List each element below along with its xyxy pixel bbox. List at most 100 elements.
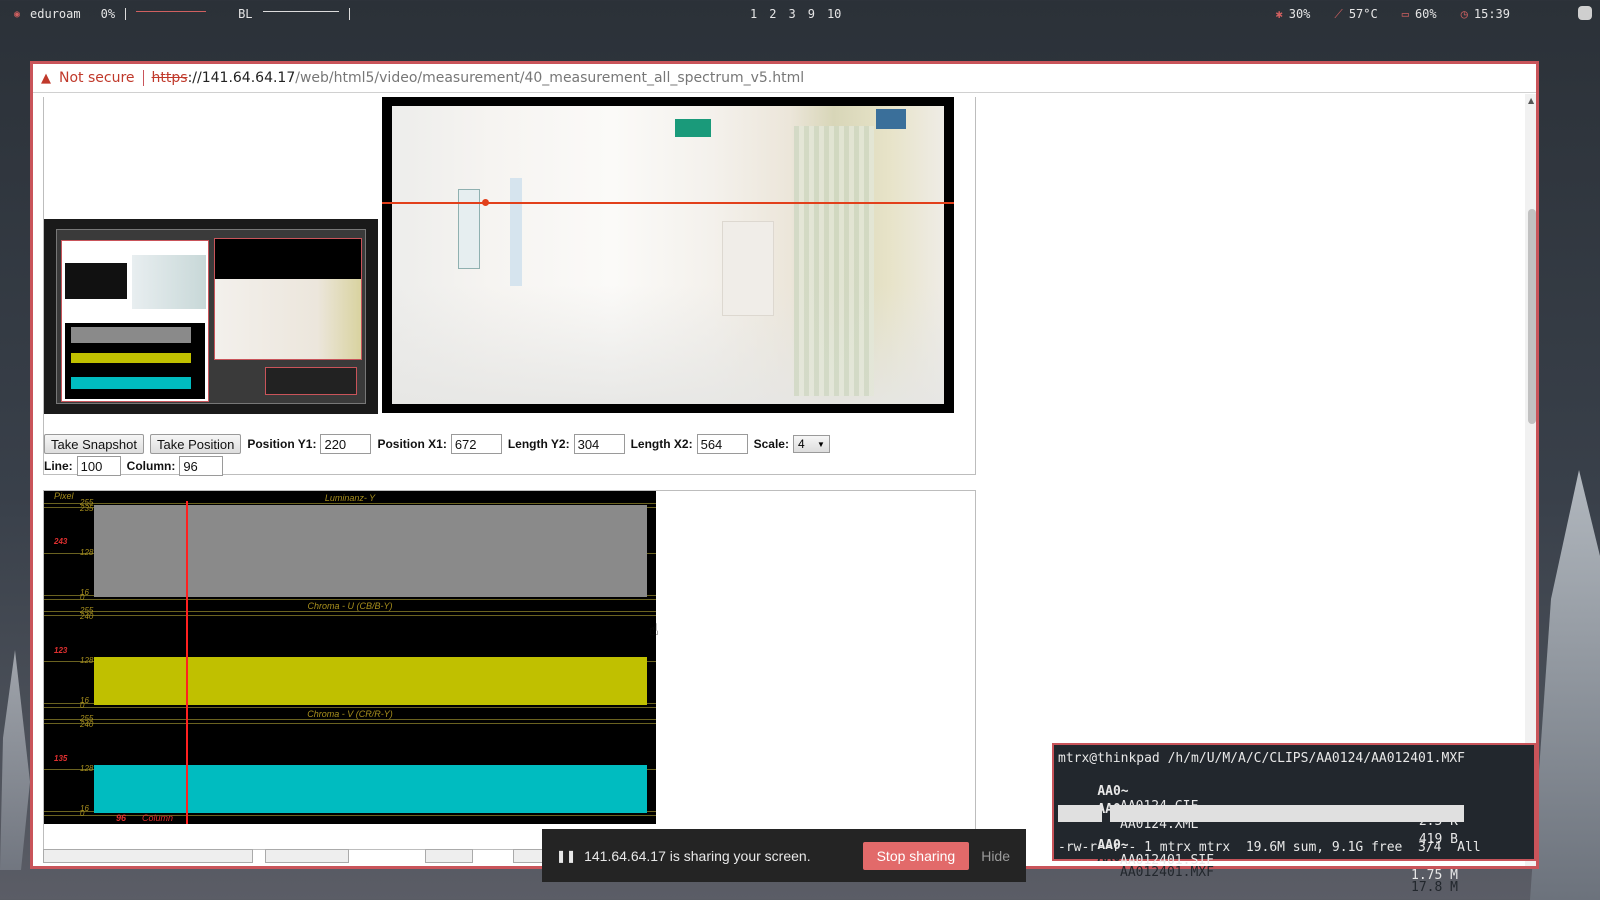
file-row[interactable]: AA0~ AA0124.CIF 2.5 K (1058, 769, 1530, 829)
controls-row-1: Take Snapshot Take Position Position Y1:… (44, 433, 974, 455)
cpu-status: ✱ 30% (1275, 7, 1311, 21)
scale-value: 4 (797, 437, 805, 451)
glass-wall (794, 126, 874, 396)
address-bar[interactable]: ▲ Not secure https://141.64.64.17/web/ht… (33, 64, 1536, 93)
system-topbar: ◉ eduroam 0% BL 1 2 3 9 10 ✱ 30% ⟋ 57°C ▭ 6… (0, 0, 1600, 30)
restroom-sign (876, 109, 906, 129)
position-y1-input[interactable] (320, 434, 372, 454)
axis-tick: 128 (80, 764, 94, 773)
url-scheme: https (151, 70, 188, 86)
controls-row-2: Line: Column: (44, 455, 974, 477)
volume-value: 0% (100, 7, 116, 21)
position-x1-input[interactable] (450, 434, 502, 454)
snapshot-screenshot (56, 229, 366, 404)
terminal-file-manager[interactable]: mtrx@thinkpad /h/m/U/M/A/C/CLIPS/AA0124/… (1052, 743, 1536, 895)
lane-marker-value: 243 (54, 537, 68, 546)
clock-icon: ◷ (1460, 7, 1468, 21)
scroll-up-icon[interactable]: ▲ (1528, 96, 1534, 105)
waveform-fill (94, 505, 647, 597)
snapshot-thumbnail (44, 219, 378, 414)
warning-icon[interactable]: ▲ (41, 71, 51, 86)
wallpaper-mountain-right (1530, 470, 1600, 900)
axis-tick: 0 (80, 809, 85, 818)
bottom-controls-partial (43, 843, 603, 863)
video-player[interactable] (382, 97, 954, 413)
url-host: ://141.64.64.17 (187, 70, 296, 86)
column-marker-line[interactable] (186, 501, 188, 824)
measurement-point[interactable] (482, 199, 489, 206)
snapshot-u-band (71, 353, 191, 363)
share-message: 141.64.64.17 is sharing your screen. (584, 847, 811, 864)
backlight-slider[interactable] (262, 10, 339, 12)
take-position-button[interactable]: Take Position (150, 434, 242, 454)
length-x2-input[interactable] (696, 434, 748, 454)
file-row[interactable]: AA0~ AA012401.SIF 1.75 M (1058, 823, 1530, 883)
waveform-lane: Luminanz- Y 255 235 128 16 0 243 (44, 493, 656, 602)
scale-select[interactable]: 4 ▼ (792, 435, 830, 453)
snapshot-video-preview (214, 238, 362, 360)
bottom-control-2[interactable] (265, 849, 349, 863)
battery-icon: ▭ (1401, 7, 1409, 21)
terminal-status-line: -rw-r--r-- 1 mtrx mtrx 19.6M sum, 9.1G f… (1058, 840, 1481, 855)
file-row-selected[interactable]: AA0~ AA012401.MXF 17.8 M (1058, 805, 1530, 895)
thermometer-icon: ⟋ (1334, 7, 1343, 21)
backlight-label: BL (238, 7, 253, 21)
topbar-left: ◉ eduroam 0% BL (14, 7, 350, 21)
line-label: Line: (44, 459, 73, 473)
length-x2-label: Length X2: (630, 437, 693, 451)
column-input[interactable] (179, 456, 224, 476)
temp-status: ⟋ 57°C (1334, 7, 1378, 21)
wifi-icon: ◉ (14, 8, 21, 20)
snapshot-dark-region (65, 263, 127, 299)
length-y2-label: Length Y2: (507, 437, 570, 451)
line-input[interactable] (76, 456, 121, 476)
take-snapshot-button[interactable]: Take Snapshot (44, 434, 145, 454)
snapshot-video-frame (215, 279, 361, 359)
file-row[interactable]: AA0~ AA0124.XML 419 B (1058, 787, 1530, 847)
grid-line (44, 815, 656, 816)
snapshot-browser-preview (61, 240, 209, 402)
not-secure-label[interactable]: Not secure (59, 70, 135, 86)
grid-line (44, 611, 656, 612)
selection-highlight (1058, 805, 1102, 822)
backlight-handle[interactable] (348, 8, 350, 20)
terminal-path: mtrx@thinkpad /h/m/U/M/A/C/CLIPS/AA0124/… (1058, 751, 1465, 766)
exit-sign (675, 119, 711, 137)
volume-slider[interactable] (136, 10, 207, 12)
axis-tick: 128 (80, 656, 94, 665)
hide-button[interactable]: Hide (981, 848, 1010, 864)
grid-line (44, 503, 656, 504)
axis-tick: 128 (80, 548, 94, 557)
length-y2-input[interactable] (573, 434, 625, 454)
discord-tray-icon[interactable] (1578, 6, 1592, 20)
topbar-right: ✱ 30% ⟋ 57°C ▭ 60% ◷ 15:39 (1275, 7, 1510, 22)
hand-cursor-icon: ☝ (649, 620, 659, 639)
grid-line (44, 723, 656, 724)
scale-label: Scale: (753, 437, 789, 451)
url-path: /web/html5/video/measurement/40_measurem… (295, 70, 805, 86)
axis-tick: 240 (80, 612, 94, 621)
waveform-lane: Chroma - V (CR/R-Y) 255 240 128 16 0 135 (44, 709, 656, 818)
grid-line (44, 599, 656, 600)
bottom-control-3[interactable] (425, 849, 473, 863)
waveform-scope[interactable]: Pixel Luminanz- Y 255 235 128 16 0 243 Chroma -… (44, 491, 656, 824)
workspace-9[interactable]: 9 (808, 7, 815, 21)
bottom-control-1[interactable] (43, 849, 253, 863)
lane-marker-value: 135 (54, 754, 68, 763)
video-frame-hallway[interactable] (392, 106, 944, 404)
workspace-list: 1 2 3 9 10 (750, 7, 841, 21)
scrollbar-thumb[interactable] (1528, 209, 1536, 424)
workspace-2[interactable]: 2 (769, 7, 776, 21)
grid-line (44, 615, 656, 616)
lane-title: Chroma - U (CB/B-Y) (307, 601, 393, 611)
workspace-10[interactable]: 10 (827, 7, 841, 21)
lane-title: Luminanz- Y (324, 493, 376, 503)
volume-handle[interactable] (125, 8, 127, 20)
workspace-3[interactable]: 3 (788, 7, 795, 21)
snapshot-v-band (71, 377, 191, 389)
pause-icon: ❚❚ (556, 848, 577, 863)
workspace-1[interactable]: 1 (750, 7, 757, 21)
stop-sharing-button[interactable]: Stop sharing (862, 841, 970, 870)
file-name: AA012401.SIF (1120, 853, 1214, 868)
waveform-panel: Pixel Luminanz- Y 255 235 128 16 0 243 Chroma -… (43, 490, 976, 850)
